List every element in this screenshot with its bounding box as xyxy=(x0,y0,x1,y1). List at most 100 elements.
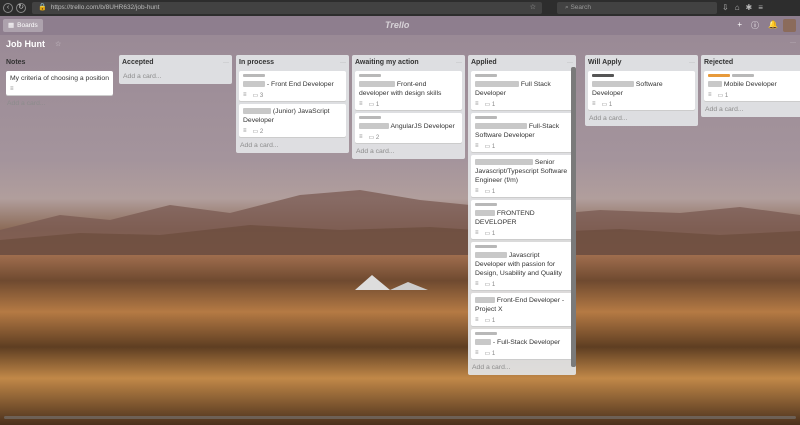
description-icon: ≡ xyxy=(359,134,363,140)
list-title: Accepted xyxy=(122,59,154,66)
add-card-button[interactable]: Add a card... xyxy=(588,115,695,122)
card-title: Front-end developer with design skills xyxy=(359,80,458,98)
horizontal-scrollbar[interactable] xyxy=(4,416,796,419)
board-icon: ▦ xyxy=(8,22,15,29)
add-card-button[interactable]: Add a card... xyxy=(704,106,800,113)
list-menu-icon[interactable]: ··· xyxy=(456,60,462,66)
card[interactable]: Full-Stack Software Developer ≡ ▭ 1 xyxy=(471,113,573,152)
card-title: Javascript Developer with passion for De… xyxy=(475,251,569,278)
card-title: Front-End Developer - Project X xyxy=(475,296,569,314)
card[interactable]: Front-End Developer - Project X ≡ ▭ 1 xyxy=(471,293,573,326)
comment-count-badge: ▭ 1 xyxy=(485,230,496,237)
card-badges: ≡ ▭ 2 xyxy=(243,127,342,135)
star-icon[interactable]: ☆ xyxy=(55,40,61,48)
search-input[interactable]: ⌕ Search xyxy=(557,2,717,14)
list-header[interactable]: Will Apply ··· xyxy=(588,57,695,68)
card-badges: ≡ ▭ 1 xyxy=(708,91,800,99)
description-icon: ≡ xyxy=(475,317,479,323)
list-menu-icon[interactable]: ··· xyxy=(689,60,695,66)
add-icon[interactable]: + xyxy=(737,20,742,31)
comment-count-badge: ▭ 2 xyxy=(253,128,264,135)
description-icon: ≡ xyxy=(475,230,479,236)
comment-count: 2 xyxy=(259,128,264,135)
card-title-text: My criteria of choosing a position xyxy=(10,75,109,82)
card-labels xyxy=(243,74,342,78)
reload-icon[interactable]: ↻ xyxy=(16,3,26,13)
card-title-text: Mobile Developer xyxy=(722,81,777,88)
card[interactable]: - Front End Developer ≡ ▭ 3 xyxy=(239,71,346,101)
add-card-button[interactable]: Add a card... xyxy=(471,364,573,371)
card-badges: ≡ ▭ 1 xyxy=(475,229,569,237)
list-menu-icon[interactable]: ··· xyxy=(567,60,573,66)
card[interactable]: Senior Javascript/Typescript Software En… xyxy=(471,155,573,197)
card-title-text: - Front End Developer xyxy=(265,81,334,88)
card[interactable]: My criteria of choosing a position ≡ xyxy=(6,71,113,95)
card-label xyxy=(475,74,497,77)
download-icon[interactable]: ⇩ xyxy=(722,2,729,14)
menu-icon[interactable]: ≡ xyxy=(758,2,763,14)
home-icon[interactable]: ⌂ xyxy=(735,2,740,14)
comment-icon: ▭ xyxy=(252,92,260,99)
list-header[interactable]: Applied ··· xyxy=(471,57,573,68)
list-title: Awaiting my action xyxy=(355,59,419,66)
card[interactable]: Front-end developer with design skills ≡ ▭… xyxy=(355,71,462,110)
card[interactable]: FRONTEND DEVELOPER ≡ ▭ 1 xyxy=(471,200,573,239)
board-title[interactable]: Job Hunt xyxy=(6,39,45,49)
comment-count-badge: ▭ 1 xyxy=(602,101,613,108)
list-header[interactable]: Rejected··· xyxy=(704,57,800,68)
back-icon[interactable]: ‹ xyxy=(3,3,13,13)
list-menu-icon[interactable]: ··· xyxy=(107,60,113,66)
add-card-button[interactable]: Add a card... xyxy=(122,73,229,80)
notifications-icon[interactable]: 🔔 xyxy=(768,20,778,31)
redacted-text xyxy=(359,81,395,88)
bookmark-star-icon[interactable]: ☆ xyxy=(530,2,536,14)
redacted-text xyxy=(475,81,519,88)
comment-count-badge: ▭ 1 xyxy=(485,350,496,357)
card[interactable]: Javascript Developer with passion for De… xyxy=(471,242,573,290)
comment-icon: ▭ xyxy=(484,188,492,195)
add-card-button[interactable]: Add a card... xyxy=(6,100,113,107)
comment-icon: ▭ xyxy=(484,350,492,357)
card-label xyxy=(359,74,381,77)
card-title: - Full-Stack Developer xyxy=(475,338,569,347)
card-title: Mobile Developer xyxy=(708,80,800,89)
card[interactable]: Mobile Developer ≡ ▭ 1 xyxy=(704,71,800,101)
card-badges: ≡ xyxy=(10,85,109,93)
card-labels xyxy=(475,203,569,207)
list-header[interactable]: Awaiting my action ··· xyxy=(355,57,462,68)
list-header[interactable]: Accepted ··· xyxy=(122,57,229,68)
card[interactable]: AngularJS Developer ≡ ▭ 2 xyxy=(355,113,462,143)
card[interactable]: - Full-Stack Developer ≡ ▭ 1 xyxy=(471,329,573,359)
comment-count-badge: ▭ 2 xyxy=(369,134,380,141)
list-header[interactable]: Notes ··· xyxy=(6,57,113,68)
card-badges: ≡ ▭ 3 xyxy=(243,91,342,99)
boards-button[interactable]: ▦ Boards xyxy=(3,19,43,32)
card[interactable]: Full Stack Developer ≡ ▭ 1 xyxy=(471,71,573,110)
comment-icon: ▭ xyxy=(368,134,376,141)
card-badges: ≡ ▭ 1 xyxy=(592,100,691,108)
trello-logo[interactable]: Trello xyxy=(385,20,409,30)
extension-icon[interactable]: ✱ xyxy=(746,2,753,14)
comment-count: 1 xyxy=(491,230,496,237)
card-label xyxy=(475,116,497,119)
show-menu-button[interactable]: ··· xyxy=(790,40,796,46)
comment-icon: ▭ xyxy=(717,92,725,99)
card[interactable]: (Junior) JavaScript Developer ≡ ▭ 2 xyxy=(239,104,346,137)
list-menu-icon[interactable]: ··· xyxy=(340,60,346,66)
comment-count: 2 xyxy=(375,134,380,141)
list-menu-icon[interactable]: ··· xyxy=(223,60,229,66)
applied-list-scrollbar[interactable] xyxy=(571,67,576,367)
card-title: AngularJS Developer xyxy=(359,122,458,131)
card-labels xyxy=(592,74,691,78)
add-card-button[interactable]: Add a card... xyxy=(239,142,346,149)
url-bar[interactable]: 🔒 https://trello.com/b/8UHR632/job-hunt … xyxy=(32,2,542,14)
card-label xyxy=(708,74,730,77)
comment-icon: ▭ xyxy=(484,230,492,237)
avatar[interactable] xyxy=(783,19,796,32)
list-4: Applied ··· Full Stack Developer ≡ ▭ 1 Full… xyxy=(468,55,576,375)
add-card-button[interactable]: Add a card... xyxy=(355,148,462,155)
list-header[interactable]: In process ··· xyxy=(239,57,346,68)
card-badges: ≡ ▭ 1 xyxy=(475,349,569,357)
card[interactable]: Software Developer ≡ ▭ 1 xyxy=(588,71,695,110)
info-icon[interactable]: ⓘ xyxy=(751,20,759,31)
